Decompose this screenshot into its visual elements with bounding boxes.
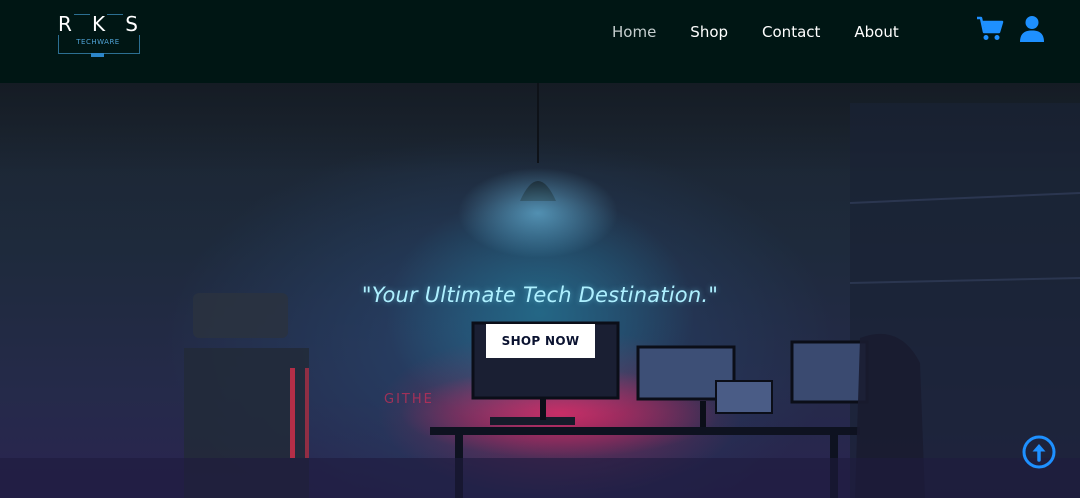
logo-stand <box>91 53 104 57</box>
hero-banner: GITHE "Your Ultimate Tech Destination." … <box>0 83 1080 498</box>
brand-logo[interactable]: R K S TECHWARE <box>55 6 141 58</box>
nav-shop[interactable]: Shop <box>690 23 728 41</box>
logo-letter: S <box>123 12 140 36</box>
shop-now-button[interactable]: SHOP NOW <box>486 324 595 358</box>
nav-about[interactable]: About <box>854 23 898 41</box>
logo-letters: R K S <box>55 13 141 35</box>
nav-home[interactable]: Home <box>612 23 656 41</box>
nav-contact[interactable]: Contact <box>762 23 820 41</box>
cart-icon[interactable] <box>976 16 1004 42</box>
logo-letter: R <box>56 12 74 36</box>
main-nav: Home Shop Contact About <box>612 20 933 44</box>
site-header: R K S TECHWARE Home Shop Contact About <box>0 0 1080 83</box>
arrow-up-circle-icon[interactable] <box>1022 435 1056 469</box>
hero-tagline: "Your Ultimate Tech Destination." <box>361 283 719 307</box>
logo-letter: K <box>90 12 108 36</box>
user-icon[interactable] <box>1019 15 1045 43</box>
logo-subtitle: TECHWARE <box>76 38 120 46</box>
